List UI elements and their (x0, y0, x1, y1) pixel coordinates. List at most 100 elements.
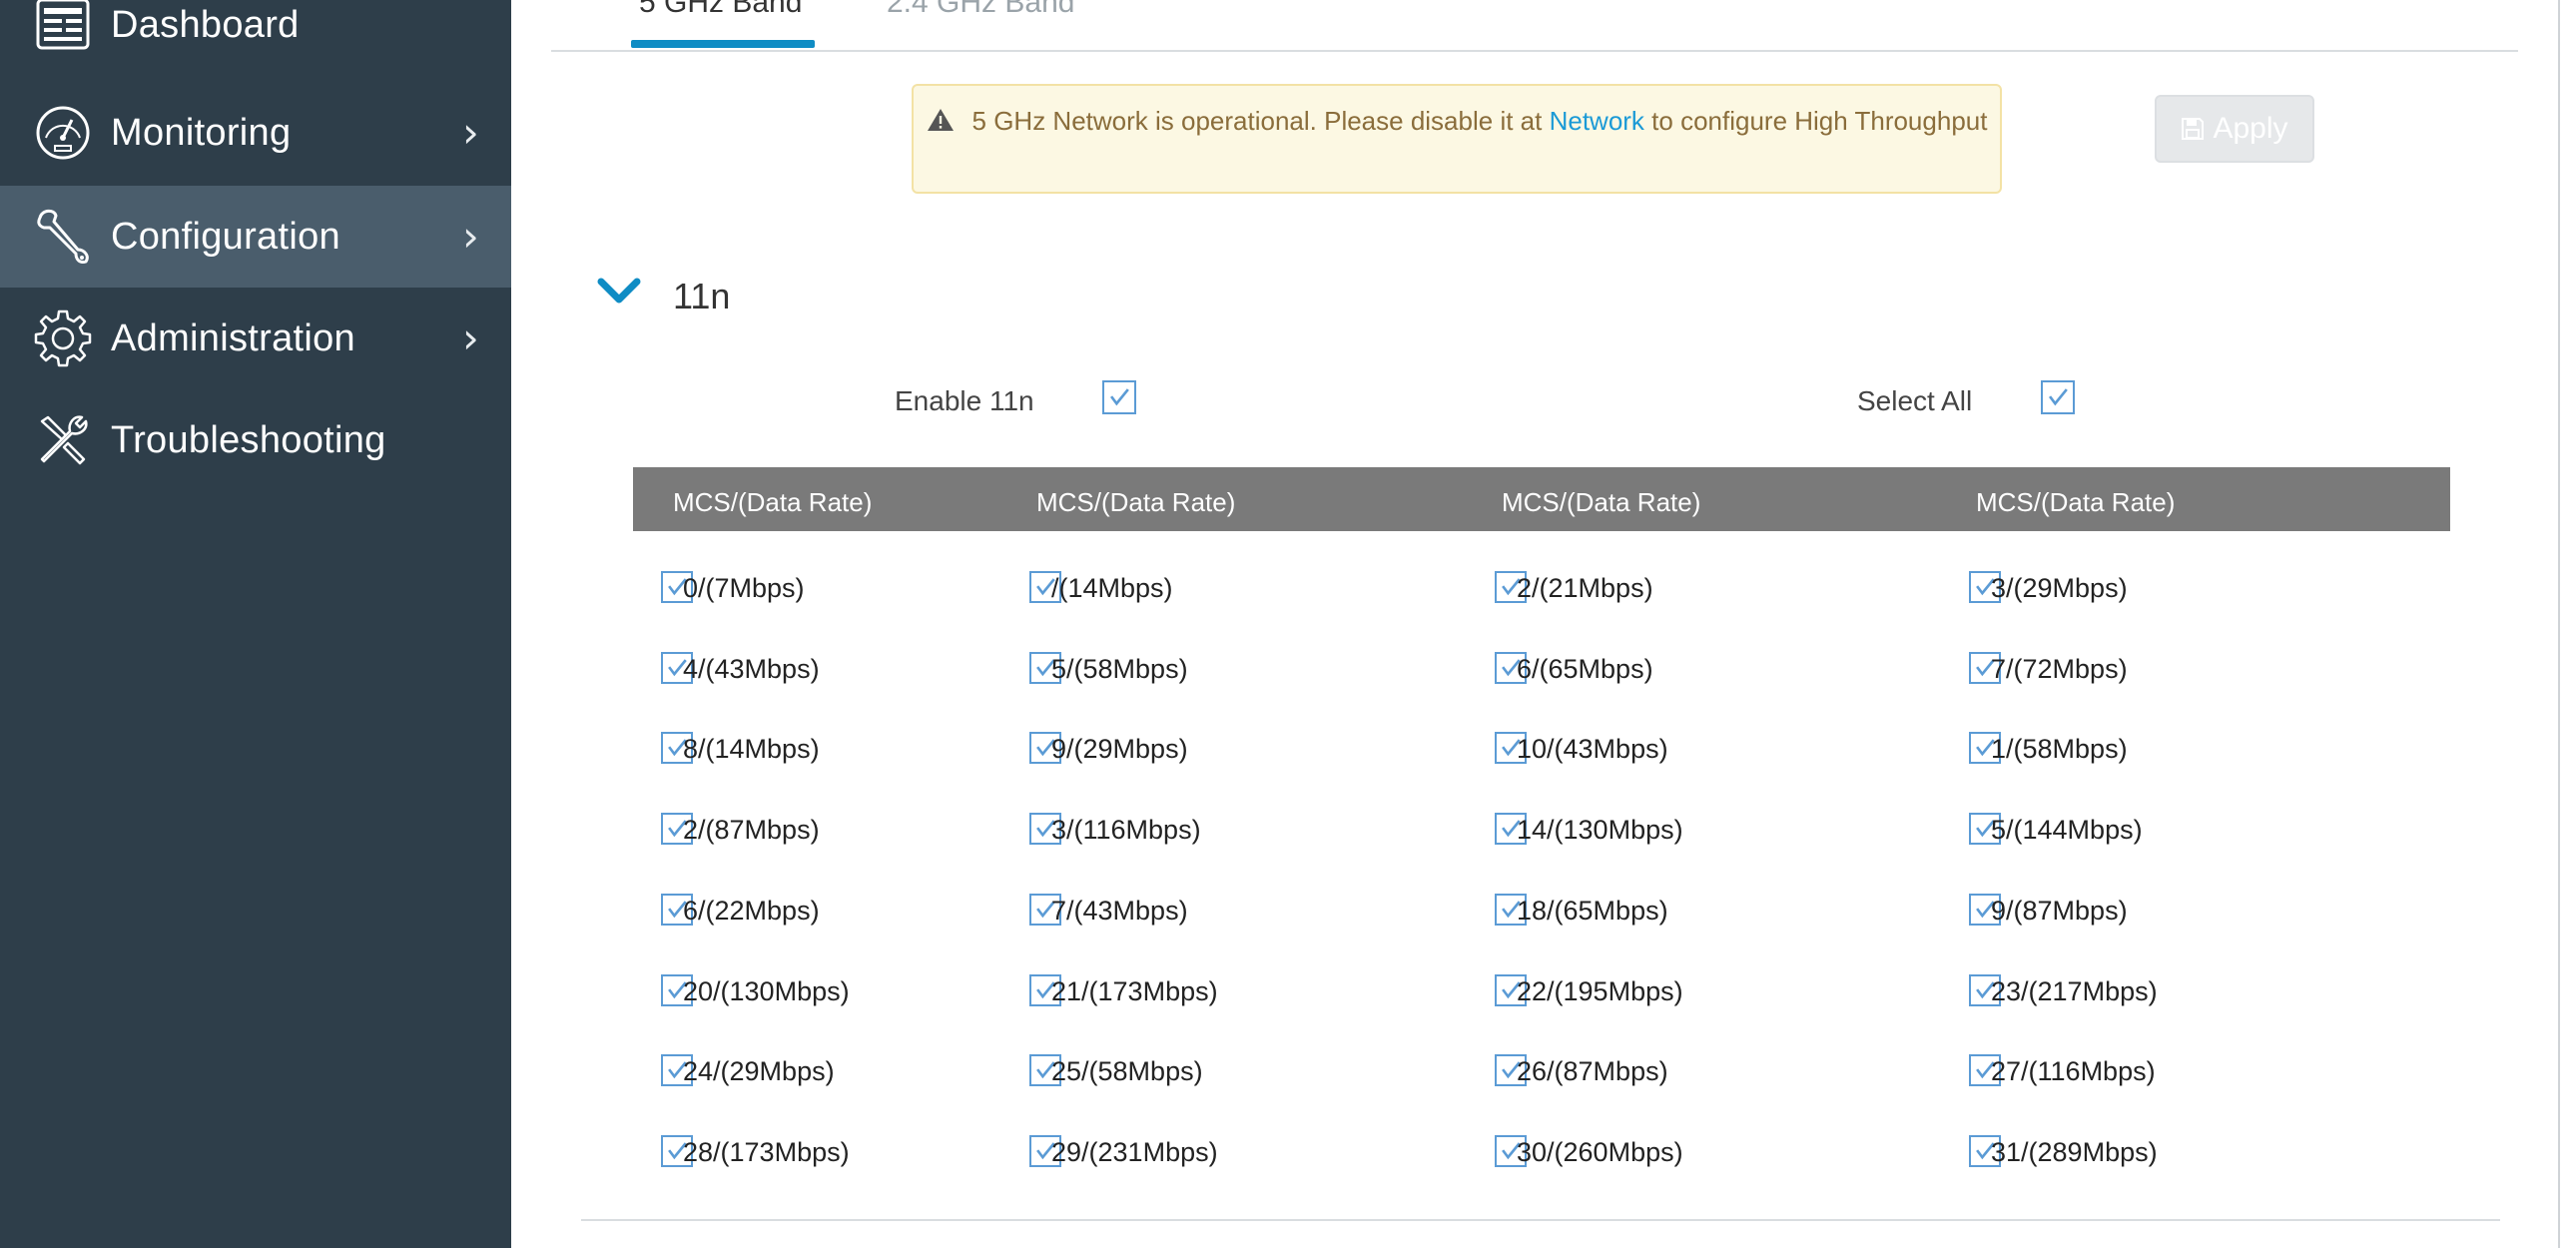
warning-icon (927, 109, 954, 131)
mcs-rate-label: 9/(29Mbps) (1051, 734, 1188, 764)
mcs-rate-item[interactable]: 6/(22Mbps) (661, 894, 980, 928)
sidebar-item-configuration[interactable]: Configuration › (0, 186, 511, 288)
mcs-rate-label: 26/(87Mbps) (1517, 1056, 1668, 1086)
divider (581, 1219, 2500, 1221)
gauge-icon (32, 102, 94, 164)
mcs-rate-label: 6/(65Mbps) (1517, 654, 1653, 684)
section-title-11n: 11n (673, 276, 731, 316)
mcs-rate-label: 9/(87Mbps) (1991, 896, 2128, 926)
mcs-rate-label: 1/(58Mbps) (1991, 734, 2128, 764)
mcs-rate-item[interactable]: 10/(43Mbps) (1495, 732, 1814, 766)
mcs-rate-item[interactable]: 2/(21Mbps) (1495, 571, 1814, 605)
mcs-rate-item[interactable]: 8/(14Mbps) (661, 732, 980, 766)
mcs-rate-item[interactable]: 0/(7Mbps) (661, 571, 980, 605)
mcs-rate-item[interactable]: 26/(87Mbps) (1495, 1054, 1814, 1088)
warning-banner: 5 GHz Network is operational. Please dis… (912, 84, 2002, 194)
mcs-rate-item[interactable]: 2/(87Mbps) (661, 813, 980, 847)
mcs-rate-label: 20/(130Mbps) (683, 976, 850, 1006)
chevron-right-icon: › (462, 108, 479, 157)
network-link[interactable]: Network (1550, 106, 1644, 136)
mcs-rate-label: 22/(195Mbps) (1517, 976, 1683, 1006)
mcs-rate-item[interactable]: 7/(72Mbps) (1969, 652, 2288, 686)
mcs-rate-item[interactable]: 28/(173Mbps) (661, 1135, 980, 1169)
mcs-rate-item[interactable]: 25/(58Mbps) (1029, 1054, 1349, 1088)
tab-2-4ghz-band[interactable]: 2.4 GHz Band (887, 0, 1074, 20)
mcs-rate-item[interactable]: 31/(289Mbps) (1969, 1135, 2288, 1169)
mcs-rate-label: 0/(7Mbps) (683, 573, 805, 603)
mcs-rate-label: 10/(43Mbps) (1517, 734, 1668, 764)
mcs-rate-label: 7/(72Mbps) (1991, 654, 2128, 684)
mcs-rate-item[interactable]: 21/(173Mbps) (1029, 974, 1349, 1008)
wrench-icon (32, 206, 94, 268)
mcs-rate-item[interactable]: 4/(43Mbps) (661, 652, 980, 686)
tab-5ghz-band[interactable]: 5 GHz Band (639, 0, 802, 20)
mcs-rate-item[interactable]: 23/(217Mbps) (1969, 974, 2288, 1008)
column-header-mcs: MCS/(Data Rate) (1036, 487, 1236, 517)
apply-label: Apply (2213, 112, 2288, 145)
sidebar-item-troubleshooting[interactable]: Troubleshooting (0, 389, 511, 491)
mcs-rate-item[interactable]: 6/(65Mbps) (1495, 652, 1814, 686)
mcs-rate-item[interactable]: 9/(87Mbps) (1969, 894, 2288, 928)
enable-11n-checkbox[interactable] (1102, 380, 1136, 414)
mcs-rate-item[interactable]: 9/(29Mbps) (1029, 732, 1349, 766)
sidebar-item-label: Troubleshooting (111, 418, 386, 461)
sidebar: Dashboard Monitoring › Configuration › A… (0, 0, 511, 1248)
sidebar-item-label: Monitoring (111, 111, 292, 154)
select-all-checkbox[interactable] (2041, 380, 2075, 414)
sidebar-item-monitoring[interactable]: Monitoring › (0, 82, 511, 184)
mcs-rate-item[interactable]: 24/(29Mbps) (661, 1054, 980, 1088)
chevron-right-icon: › (462, 313, 479, 362)
apply-button[interactable]: Apply (2155, 95, 2314, 163)
mcs-rate-item[interactable]: 7/(43Mbps) (1029, 894, 1349, 928)
mcs-rate-label: 5/(144Mbps) (1991, 815, 2143, 845)
mcs-rate-item[interactable]: 5/(58Mbps) (1029, 652, 1349, 686)
mcs-rate-item[interactable]: 5/(144Mbps) (1969, 813, 2288, 847)
mcs-rate-label: 21/(173Mbps) (1051, 976, 1218, 1006)
mcs-rate-item[interactable]: 3/(116Mbps) (1029, 813, 1349, 847)
mcs-rate-item[interactable]: 14/(130Mbps) (1495, 813, 1814, 847)
mcs-rate-label: 3/(29Mbps) (1991, 573, 2128, 603)
mcs-rate-label: 4/(43Mbps) (683, 654, 820, 684)
enable-11n-label: Enable 11n (895, 385, 1034, 416)
mcs-rate-item[interactable]: 20/(130Mbps) (661, 974, 980, 1008)
mcs-rate-label: 28/(173Mbps) (683, 1137, 850, 1167)
mcs-rate-label: 2/(21Mbps) (1517, 573, 1653, 603)
mcs-rate-label: 14/(130Mbps) (1517, 815, 1683, 845)
mcs-rate-item[interactable]: 22/(195Mbps) (1495, 974, 1814, 1008)
sidebar-item-label: Administration (111, 316, 355, 359)
mcs-rate-item[interactable]: 3/(29Mbps) (1969, 571, 2288, 605)
band-tabs: 5 GHz Band 2.4 GHz Band (551, 0, 2518, 52)
mcs-rate-label: 8/(14Mbps) (683, 734, 820, 764)
mcs-rate-label: 29/(231Mbps) (1051, 1137, 1218, 1167)
mcs-rate-item[interactable]: 30/(260Mbps) (1495, 1135, 1814, 1169)
active-tab-indicator (631, 40, 815, 48)
mcs-rate-item[interactable]: 18/(65Mbps) (1495, 894, 1814, 928)
sidebar-item-administration[interactable]: Administration › (0, 288, 511, 389)
select-all-label: Select All (1857, 385, 1973, 416)
window-edge (2558, 0, 2560, 1248)
chevron-down-icon[interactable] (597, 276, 641, 308)
sidebar-item-dashboard[interactable]: Dashboard (0, 0, 511, 76)
banner-text-before: 5 GHz Network is operational. Please dis… (971, 106, 1550, 136)
mcs-rate-label: 5/(58Mbps) (1051, 654, 1188, 684)
column-header-mcs: MCS/(Data Rate) (1976, 487, 2176, 517)
mcs-rate-label: 27/(116Mbps) (1991, 1056, 2156, 1086)
column-header-mcs: MCS/(Data Rate) (1502, 487, 1701, 517)
mcs-rate-label: 23/(217Mbps) (1991, 976, 2158, 1006)
mcs-rate-label: 30/(260Mbps) (1517, 1137, 1683, 1167)
save-icon (2182, 118, 2205, 140)
mcs-rate-label: 3/(116Mbps) (1051, 815, 1201, 845)
mcs-rate-item[interactable]: /(14Mbps) (1029, 571, 1349, 605)
mcs-rate-label: 25/(58Mbps) (1051, 1056, 1203, 1086)
tools-icon (32, 409, 94, 471)
banner-text-after: to configure High Throughput (1643, 106, 1988, 136)
mcs-rate-item[interactable]: 27/(116Mbps) (1969, 1054, 2288, 1088)
mcs-rate-item[interactable]: 1/(58Mbps) (1969, 732, 2288, 766)
chevron-right-icon: › (462, 212, 479, 261)
mcs-rate-label: 6/(22Mbps) (683, 896, 820, 926)
mcs-rate-label: /(14Mbps) (1051, 573, 1173, 603)
mcs-rate-item[interactable]: 29/(231Mbps) (1029, 1135, 1349, 1169)
mcs-rate-label: 7/(43Mbps) (1051, 896, 1188, 926)
mcs-table-header: MCS/(Data Rate) MCS/(Data Rate) MCS/(Dat… (633, 467, 2450, 531)
mcs-rate-label: 2/(87Mbps) (683, 815, 820, 845)
